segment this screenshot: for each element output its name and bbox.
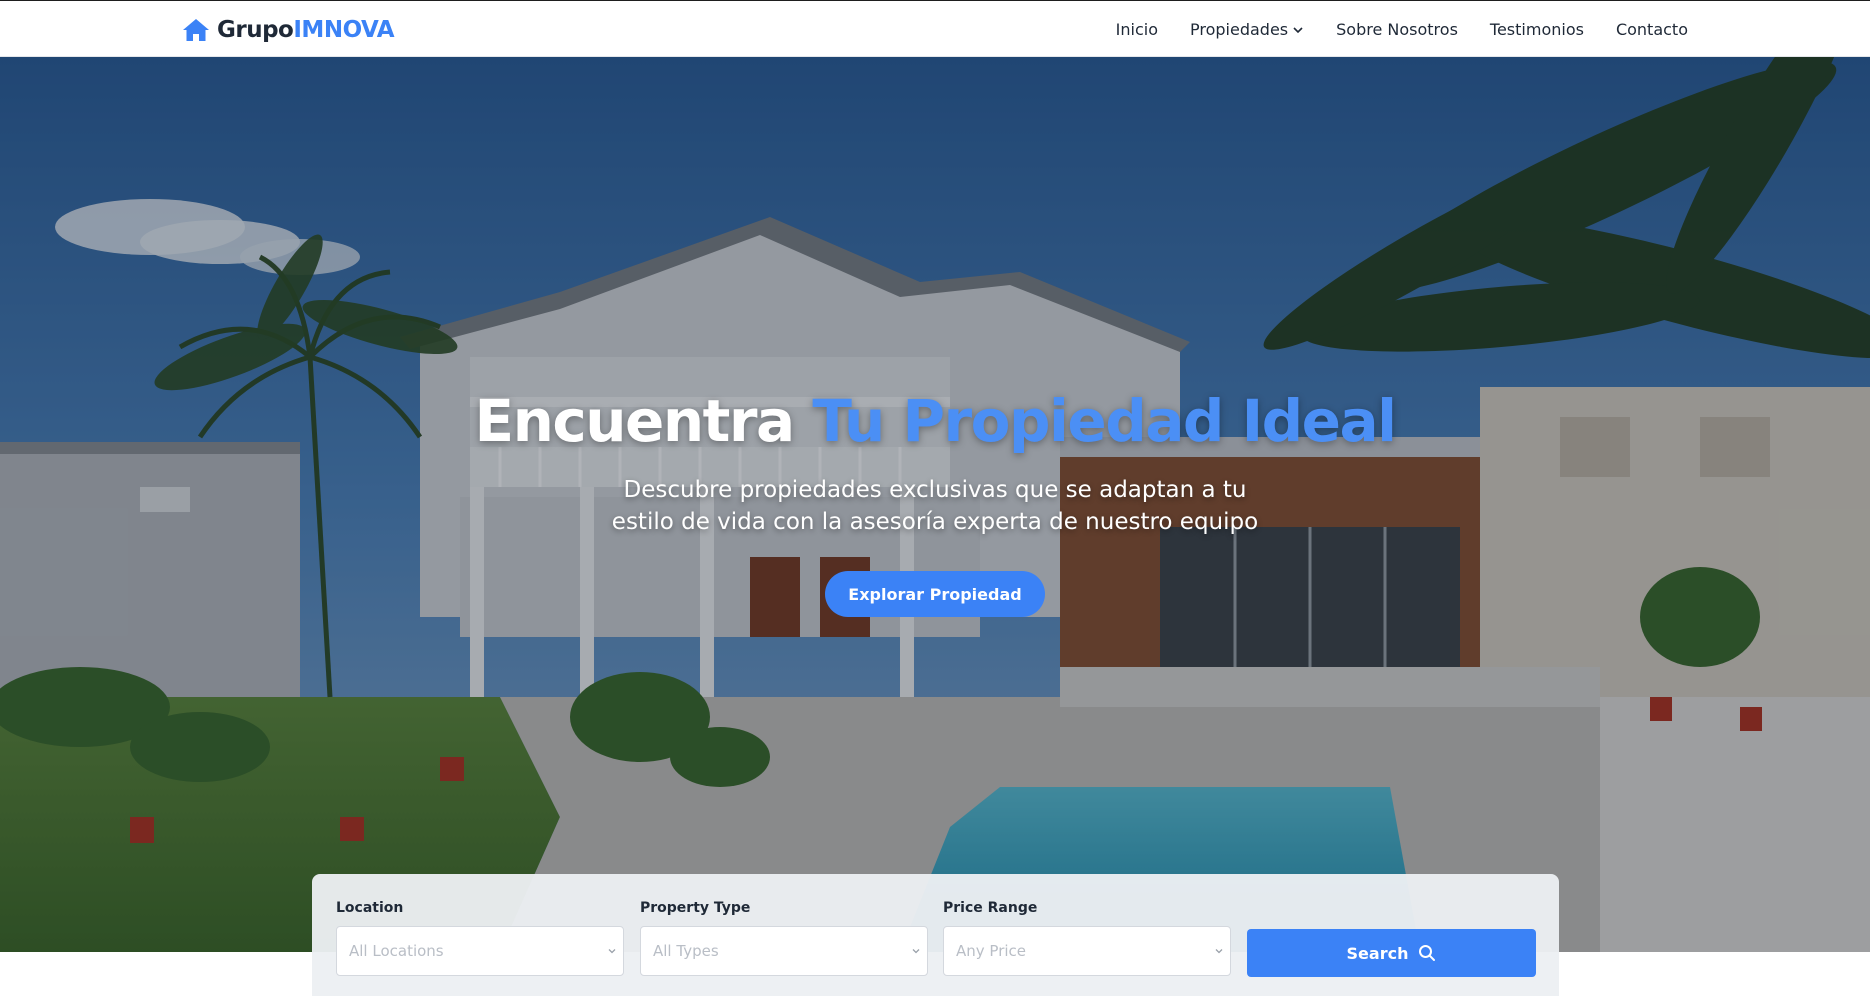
nav-item-propiedades-label: Propiedades (1190, 20, 1289, 39)
property-type-field: Property Type All Types (640, 900, 928, 976)
nav-menu: Inicio Propiedades Sobre Nosotros Testim… (1116, 1, 1688, 58)
nav-item-contacto[interactable]: Contacto (1616, 20, 1688, 39)
search-button[interactable]: Search (1247, 929, 1536, 977)
brand-name-part1: Grupo (217, 17, 294, 43)
nav-item-inicio[interactable]: Inicio (1116, 20, 1158, 39)
price-range-label: Price Range (943, 900, 1038, 916)
property-type-select-value: All Types (653, 942, 719, 960)
navbar: Grupo IMNOVA Inicio Propiedades Sobre Nos… (0, 0, 1870, 57)
home-icon (183, 19, 209, 41)
nav-item-propiedades[interactable]: Propiedades (1190, 20, 1304, 39)
property-search-panel: Location All Locations Property Type All… (312, 874, 1559, 996)
hero-section: Encuentra Tu Propiedad Ideal Descubre pr… (0, 57, 1870, 952)
location-select[interactable]: All Locations (336, 926, 624, 976)
brand-name-part2: IMNOVA (293, 17, 395, 43)
price-range-field: Price Range Any Price (943, 900, 1231, 976)
hero-subtitle-line2: estilo de vida con la asesoría experta d… (611, 509, 1259, 535)
chevron-down-icon (1215, 949, 1223, 954)
brand-logo[interactable]: Grupo IMNOVA (181, 15, 395, 45)
property-type-label: Property Type (640, 900, 751, 916)
chevron-down-icon (608, 949, 616, 954)
price-range-select[interactable]: Any Price (943, 926, 1231, 976)
hero-title-part1: Encuentra (474, 387, 795, 455)
hero-title-accent: Tu Propiedad Ideal (812, 387, 1397, 455)
hero-subtitle-line1: Descubre propiedades exclusivas que se a… (623, 477, 1247, 503)
location-select-value: All Locations (349, 942, 444, 960)
property-type-select[interactable]: All Types (640, 926, 928, 976)
chevron-down-icon (912, 949, 920, 954)
search-button-label: Search (1346, 943, 1409, 963)
search-icon (1419, 945, 1436, 961)
hero-title: Encuentra Tu Propiedad Ideal (0, 387, 1870, 455)
price-range-select-value: Any Price (956, 942, 1027, 960)
location-field: Location All Locations (336, 900, 624, 976)
nav-item-sobre-nosotros[interactable]: Sobre Nosotros (1336, 20, 1458, 39)
chevron-down-icon (1293, 26, 1303, 33)
explore-property-button[interactable]: Explorar Propiedad (825, 571, 1045, 617)
nav-item-testimonios[interactable]: Testimonios (1490, 20, 1584, 39)
location-label: Location (336, 900, 404, 916)
hero-subtitle: Descubre propiedades exclusivas que se a… (535, 474, 1335, 538)
